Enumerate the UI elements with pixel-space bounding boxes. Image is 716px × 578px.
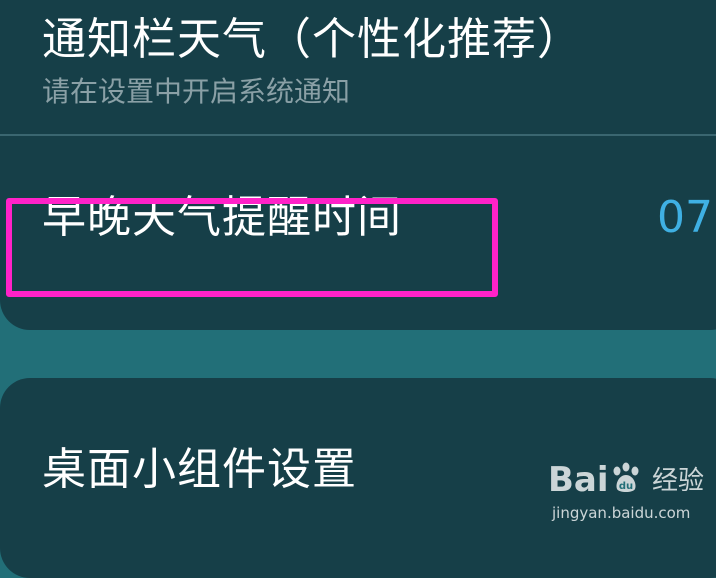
notification-weather-title: 通知栏天气（个性化推荐） (42, 14, 582, 65)
notification-weather-subtitle: 请在设置中开启系统通知 (42, 75, 351, 108)
paw-icon: du (613, 462, 639, 492)
notification-weather-row[interactable]: 通知栏天气（个性化推荐） 请在设置中开启系统通知 (0, 0, 716, 134)
jingyan-label: 经验 (652, 466, 705, 496)
baidu-jingyan-watermark: Bai du 经验 jingyan.baidu.com (548, 456, 708, 528)
svg-text:du: du (618, 481, 632, 492)
weather-reminder-time-value: 07 (657, 192, 713, 243)
baidu-logo-text: Bai (548, 460, 609, 500)
baidu-logo: Bai du (548, 462, 643, 497)
highlight-annotation-box (6, 198, 498, 297)
desktop-widget-settings-title: 桌面小组件设置 (42, 444, 357, 495)
watermark-url: jingyan.baidu.com (552, 504, 691, 522)
